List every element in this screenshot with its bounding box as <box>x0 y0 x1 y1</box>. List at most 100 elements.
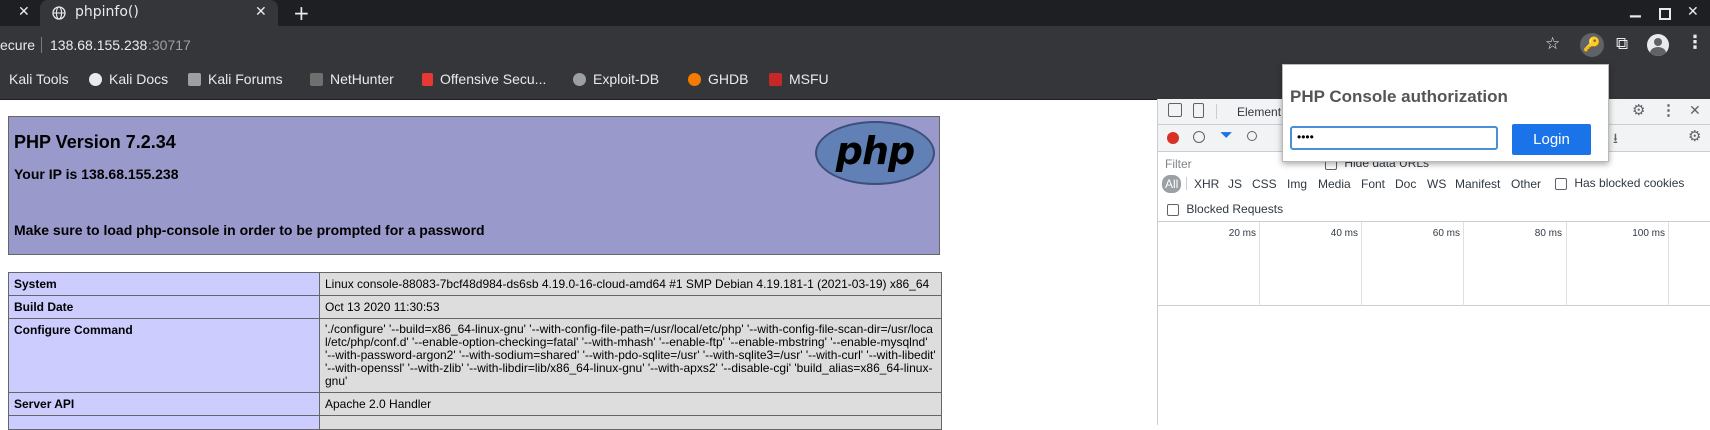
bookmark-exploit-db[interactable]: Exploit-DB <box>573 71 659 87</box>
row-key <box>8 415 320 430</box>
popup-title: PHP Console authorization <box>1290 87 1508 106</box>
bookmark-label: Kali Forums <box>208 71 283 87</box>
type-xhr[interactable]: XHR <box>1194 177 1219 191</box>
minimize-icon[interactable]: ▁ <box>1630 2 1641 18</box>
password-input[interactable]: •••• <box>1290 126 1498 150</box>
timeline-gridline <box>1361 222 1362 306</box>
row-key: Build Date <box>8 295 320 319</box>
menu-kebab-icon[interactable]: ⋮ <box>1686 32 1704 53</box>
type-all[interactable]: All <box>1162 175 1182 193</box>
bookmark-label: GHDB <box>708 71 749 87</box>
blocked-requests-label: Blocked Requests <box>1186 202 1284 216</box>
extensions-icon[interactable]: ⧉ <box>1616 34 1628 54</box>
bookmark-kali-docs[interactable]: Kali Docs <box>89 71 168 87</box>
row-value: Oct 13 2020 11:30:53 <box>319 295 942 319</box>
timeline-gridline <box>1668 222 1669 306</box>
bookmark-kali-tools[interactable]: Kali Tools <box>9 71 69 87</box>
table-row: Configure Command './configure' '--build… <box>8 318 942 393</box>
tab-separator <box>1216 104 1217 119</box>
filter-input[interactable]: Filter <box>1165 157 1192 171</box>
record-icon[interactable] <box>1167 132 1179 144</box>
login-button[interactable]: Login <box>1512 124 1591 155</box>
exploit-db-icon <box>573 72 586 86</box>
timeline-gridline <box>1259 222 1260 306</box>
type-doc[interactable]: Doc <box>1395 177 1416 191</box>
timeline-overview: 20 ms 40 ms 60 ms 80 ms 100 ms <box>1158 222 1710 306</box>
close-icon[interactable]: ✕ <box>18 4 30 20</box>
export-har-icon[interactable]: ⭳ <box>1613 128 1618 152</box>
table-row: Server API Apache 2.0 Handler <box>8 392 942 416</box>
has-blocked-cookies-toggle[interactable]: Has blocked cookies <box>1555 176 1684 190</box>
timeline-tick: 20 ms <box>1228 228 1256 239</box>
bookmark-label: Offensive Secu... <box>440 71 547 87</box>
timeline-tick: 60 ms <box>1432 228 1460 239</box>
new-tab-icon[interactable]: + <box>293 1 310 25</box>
address-bar[interactable]: ecure 138.68.155.238 :30717 ☆ <box>0 30 1585 60</box>
type-font[interactable]: Font <box>1361 177 1385 191</box>
toolbar: ecure 138.68.155.238 :30717 ☆ 🔑 ⧉ ⋮ <box>0 26 1710 64</box>
device-toolbar-icon[interactable] <box>1193 103 1204 118</box>
timeline-tick: 80 ms <box>1534 228 1562 239</box>
tab-strip: ✕ phpinfo() ✕ + ▁ ✕ <box>0 0 1710 26</box>
checkbox[interactable] <box>1167 203 1179 216</box>
type-ws[interactable]: WS <box>1427 177 1446 191</box>
bookmark-offensive-security[interactable]: Offensive Secu... <box>422 71 546 87</box>
row-value: Apache 2.0 Handler <box>319 392 942 416</box>
search-icon[interactable] <box>1247 131 1257 141</box>
tab-elements[interactable]: Element <box>1237 105 1281 119</box>
offsec-icon <box>422 72 433 86</box>
avatar[interactable] <box>1647 34 1669 56</box>
blocked-requests-toggle[interactable]: Blocked Requests <box>1167 202 1283 216</box>
security-label: ecure <box>0 37 36 53</box>
row-key: Server API <box>8 392 320 416</box>
globe-icon <box>52 6 66 20</box>
resource-type-row: All XHR JS CSS Img Media Font Doc WS Man… <box>1158 172 1710 196</box>
filter-funnel-icon[interactable]: ⏷ <box>1220 127 1233 145</box>
bookmark-kali-forums[interactable]: Kali Forums <box>188 71 283 87</box>
login-button-label: Login <box>1533 131 1570 148</box>
timeline-gridline <box>1566 222 1567 306</box>
inspect-element-icon[interactable] <box>1168 103 1182 117</box>
timeline-tick: 40 ms <box>1330 228 1358 239</box>
bookmark-label: Kali Tools <box>9 71 69 87</box>
bookmark-ghdb[interactable]: GHDB <box>688 71 748 87</box>
type-divider <box>1186 177 1187 190</box>
devtools-menu-icon[interactable]: ⋮ <box>1661 101 1676 119</box>
type-other[interactable]: Other <box>1511 177 1541 191</box>
settings-gear-icon[interactable]: ⚙ <box>1632 101 1645 119</box>
php-console-notice: Make sure to load php-console in order t… <box>14 222 485 238</box>
bookmark-label: NetHunter <box>330 71 394 87</box>
network-settings-icon[interactable]: ⚙ <box>1688 127 1701 145</box>
type-css[interactable]: CSS <box>1252 177 1277 191</box>
bookmark-label: MSFU <box>789 71 829 87</box>
bookmark-label: Kali Docs <box>109 71 169 87</box>
kali-docs-icon <box>89 72 102 86</box>
checkbox[interactable] <box>1555 177 1567 190</box>
php-logo: php <box>815 121 935 185</box>
type-js[interactable]: JS <box>1228 177 1242 191</box>
php-version-title: PHP Version 7.2.34 <box>14 132 176 152</box>
php-logo-text: php <box>835 129 915 173</box>
clear-icon[interactable] <box>1193 131 1205 143</box>
type-media[interactable]: Media <box>1318 177 1351 191</box>
devtools-close-icon[interactable]: ✕ <box>1689 102 1701 119</box>
tab-close-icon[interactable]: ✕ <box>255 4 267 20</box>
row-key: System <box>8 272 320 296</box>
bookmark-star-icon[interactable]: ☆ <box>1545 34 1560 54</box>
type-manifest[interactable]: Manifest <box>1455 177 1500 191</box>
table-row: System Linux console-88083-7bcf48d984-ds… <box>8 272 942 296</box>
row-value <box>319 415 942 430</box>
php-console-extension-icon[interactable]: 🔑 <box>1580 33 1604 57</box>
timeline-tick: 100 ms <box>1632 228 1665 239</box>
bookmark-msfu[interactable]: MSFU <box>769 71 829 87</box>
tab-title: phpinfo() <box>75 4 139 20</box>
msfu-icon <box>769 72 782 86</box>
window-close-icon[interactable]: ✕ <box>1687 4 1699 20</box>
url-host: 138.68.155.238 <box>50 37 148 53</box>
timeline-gridline <box>1463 222 1464 306</box>
type-img[interactable]: Img <box>1287 177 1307 191</box>
bookmark-nethunter[interactable]: NetHunter <box>310 71 394 87</box>
tab-phpinfo[interactable]: phpinfo() ✕ <box>40 0 278 26</box>
maximize-icon[interactable] <box>1659 8 1671 20</box>
bookmark-label: Exploit-DB <box>593 71 660 87</box>
